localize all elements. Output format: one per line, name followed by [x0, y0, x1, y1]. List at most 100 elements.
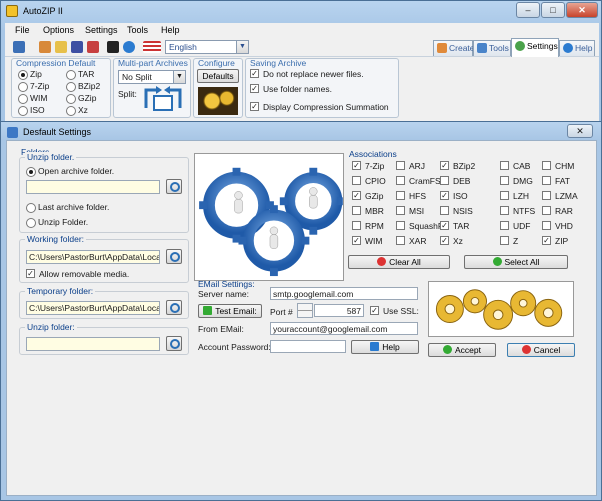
display-summation-checkbox[interactable]: ✓ Display Compression Summation — [250, 102, 389, 113]
assoc-checkbox-z[interactable]: Z — [500, 236, 518, 247]
assoc-checkbox-xz[interactable]: ✓ Xz — [440, 236, 463, 247]
email-settings-group: EMail Settings: Server name: smtp.google… — [194, 279, 422, 355]
assoc-checkbox-cab[interactable]: CAB — [500, 161, 530, 172]
assoc-checkbox-bzip2[interactable]: ✓ BZip2 — [440, 161, 475, 172]
clear-all-button[interactable]: Clear All — [348, 255, 450, 269]
assoc-checkbox-iso[interactable]: ✓ ISO — [440, 191, 468, 202]
assoc-checkbox-vhd[interactable]: VHD — [542, 221, 573, 232]
browse-working-button[interactable] — [166, 249, 182, 264]
radio-gzip[interactable]: GZip — [66, 93, 96, 104]
menu-settings[interactable]: Settings — [85, 25, 118, 35]
port-spinner[interactable] — [297, 303, 313, 318]
use-folder-names-checkbox[interactable]: ✓ Use folder names. — [250, 84, 332, 95]
do-not-replace-checkbox[interactable]: ✓ Do not replace newer files. — [250, 69, 364, 80]
film-icon[interactable] — [107, 41, 119, 53]
assoc-checkbox-xar[interactable]: XAR — [396, 236, 426, 247]
radio-7zip[interactable]: 7-Zip — [18, 81, 49, 92]
check-circle-icon — [443, 345, 452, 354]
split-arrows-icon[interactable] — [142, 86, 184, 114]
browse-unzip-button[interactable] — [166, 179, 182, 194]
tab-create[interactable]: Create — [433, 40, 475, 56]
radio-xz[interactable]: Xz — [66, 105, 88, 116]
server-input[interactable]: smtp.googlemail.com — [270, 287, 418, 300]
accept-button[interactable]: Accept — [428, 343, 496, 357]
radio-open-archive-folder[interactable]: Open archive folder. — [26, 166, 114, 177]
radio-unzip-folder[interactable]: Unzip Folder. — [26, 217, 88, 228]
help-circle-icon[interactable] — [123, 41, 135, 53]
menu-tools[interactable]: Tools — [127, 25, 148, 35]
assoc-checkbox-rar[interactable]: RAR — [542, 206, 573, 217]
app-icon — [6, 5, 18, 17]
assoc-checkbox-hfs[interactable]: HFS — [396, 191, 426, 202]
assoc-checkbox-rpm[interactable]: RPM — [352, 221, 384, 232]
menu-options[interactable]: Options — [43, 25, 74, 35]
temp-path-input[interactable]: C:\Users\PastorBurt\AppData\Local\Au — [26, 301, 160, 315]
assoc-checkbox-lzh[interactable]: LZH — [500, 191, 529, 202]
cancel-circle-icon — [377, 257, 387, 266]
split-select[interactable]: No Split ▼ — [118, 70, 186, 84]
maximize-button[interactable]: □ — [541, 2, 565, 18]
radio-zip[interactable]: Zip — [18, 69, 42, 80]
save-icon[interactable] — [71, 41, 83, 53]
open-folder-icon[interactable] — [55, 41, 67, 53]
checkbox-box — [396, 221, 405, 230]
assoc-checkbox-arj[interactable]: ARJ — [396, 161, 425, 172]
use-ssl-checkbox[interactable]: ✓ Use SSL: — [370, 306, 419, 317]
tab-tools[interactable]: Tools — [473, 40, 511, 56]
help-button[interactable]: Help — [351, 340, 419, 354]
cancel-button[interactable]: Cancel — [507, 343, 575, 357]
menu-help[interactable]: Help — [161, 25, 180, 35]
assoc-checkbox-udf[interactable]: UDF — [500, 221, 530, 232]
assoc-checkbox-deb[interactable]: DEB — [440, 176, 470, 187]
checkbox-box — [440, 176, 449, 185]
defaults-button[interactable]: Defaults — [197, 69, 239, 83]
browse-unzip2-button[interactable] — [166, 336, 182, 351]
assoc-checkbox-dmg[interactable]: DMG — [500, 176, 533, 187]
close-button[interactable]: ✕ — [566, 2, 598, 18]
assoc-checkbox-cpio[interactable]: CPIO — [352, 176, 386, 187]
radio-tar[interactable]: TAR — [66, 69, 94, 80]
test-email-button[interactable]: Test Email: — [198, 304, 262, 318]
checkbox-box — [542, 176, 551, 185]
server-label: Server name: — [198, 289, 250, 299]
assoc-checkbox-7zip[interactable]: ✓ 7-Zip — [352, 161, 384, 172]
select-all-button[interactable]: Select All — [464, 255, 568, 269]
assoc-checkbox-mbr[interactable]: MBR — [352, 206, 384, 217]
assoc-checkbox-gzip[interactable]: ✓ GZip — [352, 191, 383, 202]
assoc-checkbox-zip[interactable]: ✓ ZIP — [542, 236, 568, 247]
assoc-checkbox-ntfs[interactable]: NTFS — [500, 206, 535, 217]
checkbox-box — [542, 161, 551, 170]
minimize-button[interactable]: – — [516, 2, 540, 18]
from-input[interactable]: youraccount@googlemail.com — [270, 322, 418, 335]
assoc-checkbox-chm[interactable]: CHM — [542, 161, 574, 172]
assoc-checkbox-nsis[interactable]: NSIS — [440, 206, 473, 217]
assoc-checkbox-tar[interactable]: ✓ TAR — [440, 221, 469, 232]
assoc-checkbox-cramfs[interactable]: CramFS — [396, 176, 441, 187]
calendar-icon[interactable] — [87, 41, 99, 53]
assoc-checkbox-lzma[interactable]: LZMA — [542, 191, 578, 202]
browse-temp-button[interactable] — [166, 300, 182, 315]
checkbox-box — [396, 161, 405, 170]
menu-file[interactable]: File — [15, 25, 30, 35]
tab-settings[interactable]: Settings — [511, 38, 559, 57]
unzip-path-input[interactable] — [26, 180, 160, 194]
radio-iso[interactable]: ISO — [18, 105, 45, 116]
password-input[interactable] — [270, 340, 346, 353]
new-archive-icon[interactable] — [39, 41, 51, 53]
tab-help[interactable]: Help — [559, 40, 595, 56]
radio-bzip2[interactable]: BZip2 — [66, 81, 100, 92]
allow-removable-checkbox[interactable]: ✓ Allow removable media. — [26, 269, 129, 280]
working-path-input[interactable]: C:\Users\PastorBurt\AppData\Local\Au — [26, 250, 160, 264]
assoc-checkbox-msi[interactable]: MSI — [396, 206, 424, 217]
language-select[interactable]: English ▼ — [165, 40, 249, 54]
radio-wim[interactable]: WIM — [18, 93, 47, 104]
checkbox-box — [500, 236, 509, 245]
menu-list-icon[interactable] — [13, 41, 25, 53]
assoc-checkbox-fat[interactable]: FAT — [542, 176, 570, 187]
checkbox-box: ✓ — [440, 161, 449, 170]
port-input[interactable]: 587 — [314, 304, 364, 317]
assoc-checkbox-wim[interactable]: ✓ WIM — [352, 236, 382, 247]
unzip2-path-input[interactable] — [26, 337, 160, 351]
dialog-close-button[interactable]: ✕ — [567, 124, 593, 138]
radio-last-archive-folder[interactable]: Last archive folder. — [26, 202, 109, 213]
